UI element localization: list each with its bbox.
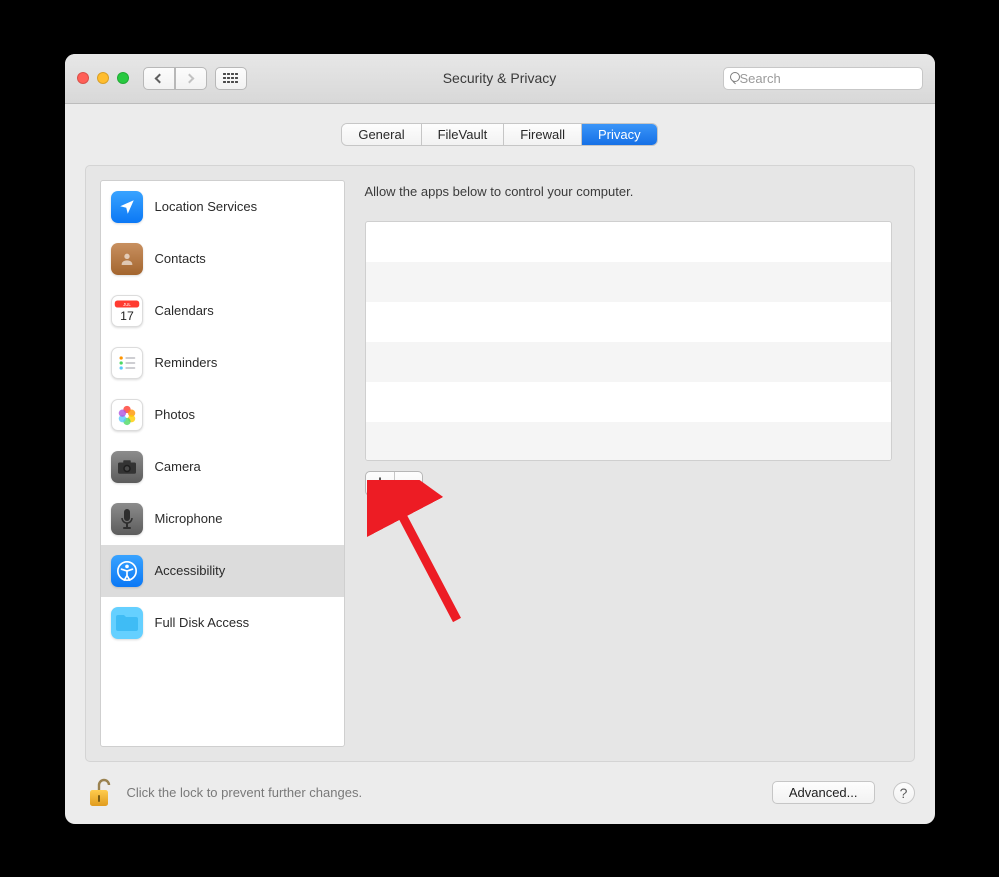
search-input[interactable]	[740, 71, 916, 86]
sidebar-item-location[interactable]: Location Services	[101, 181, 344, 233]
list-row[interactable]	[366, 382, 891, 422]
sidebar-item-label: Contacts	[155, 251, 206, 266]
tab-filevault[interactable]: FileVault	[421, 124, 504, 145]
calendar-icon: JUL 17	[111, 295, 143, 327]
sidebar-item-label: Accessibility	[155, 563, 226, 578]
lock-button[interactable]	[85, 776, 115, 810]
sidebar-item-label: Location Services	[155, 199, 258, 214]
search-icon	[730, 72, 736, 84]
sidebar-item-label: Calendars	[155, 303, 214, 318]
help-button[interactable]: ?	[893, 782, 915, 804]
svg-text:JUL: JUL	[123, 301, 131, 306]
search-field[interactable]	[723, 67, 923, 90]
sidebar-item-reminders[interactable]: Reminders	[101, 337, 344, 389]
sidebar-item-label: Microphone	[155, 511, 223, 526]
list-row[interactable]	[366, 262, 891, 302]
add-button[interactable]	[366, 472, 394, 495]
camera-icon	[111, 451, 143, 483]
privacy-category-list[interactable]: Location Services Contacts JUL 17	[100, 180, 345, 747]
list-row[interactable]	[366, 342, 891, 382]
tab-general[interactable]: General	[342, 124, 420, 145]
zoom-window-button[interactable]	[117, 72, 129, 84]
allowed-apps-list[interactable]	[365, 221, 892, 461]
list-row[interactable]	[366, 222, 891, 262]
traffic-lights	[77, 72, 129, 84]
sidebar-item-accessibility[interactable]: Accessibility	[101, 545, 344, 597]
tab-privacy[interactable]: Privacy	[581, 124, 657, 145]
tabbar: General FileVault Firewall Privacy	[85, 124, 915, 145]
folder-icon	[111, 607, 143, 639]
list-row[interactable]	[366, 302, 891, 342]
add-remove-group	[365, 471, 423, 496]
grid-icon	[223, 73, 238, 84]
sidebar-item-label: Full Disk Access	[155, 615, 250, 630]
chevron-left-icon	[155, 73, 165, 83]
sidebar-item-label: Photos	[155, 407, 195, 422]
show-all-button[interactable]	[215, 67, 247, 90]
privacy-panel: Location Services Contacts JUL 17	[85, 165, 915, 762]
list-row[interactable]	[366, 422, 891, 461]
content-area: General FileVault Firewall Privacy Locat…	[65, 104, 935, 824]
sidebar-item-microphone[interactable]: Microphone	[101, 493, 344, 545]
chevron-right-icon	[185, 73, 195, 83]
preferences-window: Security & Privacy General FileVault Fir…	[65, 54, 935, 824]
sidebar-item-label: Camera	[155, 459, 201, 474]
lock-hint-text: Click the lock to prevent further change…	[127, 785, 363, 800]
nav-buttons	[143, 67, 207, 90]
forward-button[interactable]	[175, 67, 207, 90]
close-window-button[interactable]	[77, 72, 89, 84]
detail-description: Allow the apps below to control your com…	[365, 184, 892, 199]
sidebar-item-full-disk-access[interactable]: Full Disk Access	[101, 597, 344, 649]
svg-text:17: 17	[120, 308, 134, 322]
titlebar: Security & Privacy	[65, 54, 935, 104]
accessibility-icon	[111, 555, 143, 587]
sidebar-item-contacts[interactable]: Contacts	[101, 233, 344, 285]
sidebar-item-label: Reminders	[155, 355, 218, 370]
advanced-button[interactable]: Advanced...	[772, 781, 875, 804]
detail-pane: Allow the apps below to control your com…	[361, 180, 900, 747]
sidebar-item-camera[interactable]: Camera	[101, 441, 344, 493]
reminders-icon	[111, 347, 143, 379]
sidebar-item-calendars[interactable]: JUL 17 Calendars	[101, 285, 344, 337]
photos-icon	[111, 399, 143, 431]
back-button[interactable]	[143, 67, 175, 90]
location-icon	[111, 191, 143, 223]
unlocked-lock-icon	[87, 778, 113, 808]
minimize-window-button[interactable]	[97, 72, 109, 84]
annotation-arrow	[367, 480, 487, 640]
microphone-icon	[111, 503, 143, 535]
tab-firewall[interactable]: Firewall	[503, 124, 581, 145]
footer: Click the lock to prevent further change…	[85, 776, 915, 810]
contacts-icon	[111, 243, 143, 275]
remove-button[interactable]	[394, 472, 422, 495]
sidebar-item-photos[interactable]: Photos	[101, 389, 344, 441]
